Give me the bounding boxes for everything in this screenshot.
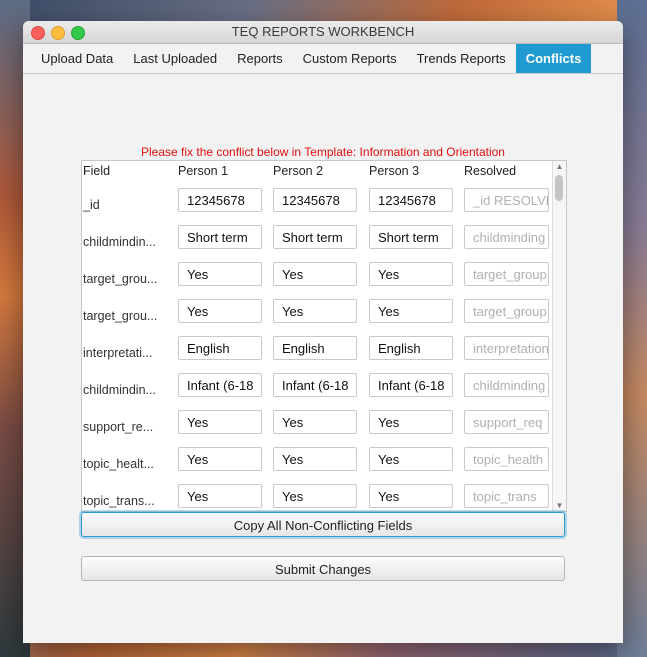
vertical-scrollbar[interactable]: ▲ ▼	[552, 161, 566, 511]
person-2-value[interactable]: Short term	[273, 225, 357, 249]
person-3-value[interactable]: Yes	[369, 447, 453, 471]
field-name: _id	[83, 198, 100, 212]
resolved-field[interactable]: childminding	[464, 373, 549, 397]
tab-bar: Upload Data Last Uploaded Reports Custom…	[23, 44, 623, 74]
person-3-value[interactable]: Yes	[369, 262, 453, 286]
resolved-field[interactable]: support_req	[464, 410, 549, 434]
resolved-field[interactable]: childminding	[464, 225, 549, 249]
resolved-field[interactable]: _id RESOLVED	[464, 188, 549, 212]
person-3-value[interactable]: Yes	[369, 484, 453, 508]
submit-changes-button[interactable]: Submit Changes	[81, 556, 565, 581]
table-row: interpretati... English English English …	[82, 336, 552, 373]
table-row: topic_trans... Yes Yes Yes topic_trans	[82, 484, 552, 511]
tab-upload-data[interactable]: Upload Data	[31, 44, 123, 73]
header-person-1: Person 1	[178, 164, 229, 178]
header-resolved: Resolved	[464, 164, 517, 178]
person-3-value[interactable]: 12345678	[369, 188, 453, 212]
copy-non-conflicting-button[interactable]: Copy All Non-Conflicting Fields	[81, 512, 565, 537]
field-name: childmindin...	[83, 235, 156, 249]
person-3-value[interactable]: Short term	[369, 225, 453, 249]
field-name: interpretati...	[83, 346, 153, 360]
window-title: TEQ REPORTS WORKBENCH	[231, 24, 415, 39]
person-1-value[interactable]: Yes	[178, 299, 262, 323]
person-2-value[interactable]: 12345678	[273, 188, 357, 212]
person-3-value[interactable]: Yes	[369, 299, 453, 323]
person-1-value[interactable]: Yes	[178, 484, 262, 508]
minimize-window-button[interactable]	[51, 26, 65, 40]
title-bar: TEQ REPORTS WORKBENCH	[23, 21, 623, 44]
table-row: childmindin... Short term Short term Sho…	[82, 225, 552, 262]
tab-custom-reports[interactable]: Custom Reports	[293, 44, 407, 73]
person-2-value[interactable]: English	[273, 336, 357, 360]
person-2-value[interactable]: Infant (6-18	[273, 373, 357, 397]
person-1-value[interactable]: Yes	[178, 447, 262, 471]
person-2-value[interactable]: Yes	[273, 410, 357, 434]
table-row: target_grou... Yes Yes Yes target_group	[82, 299, 552, 336]
person-2-value[interactable]: Yes	[273, 262, 357, 286]
field-name: childmindin...	[83, 383, 156, 397]
person-2-value[interactable]: Yes	[273, 299, 357, 323]
scroll-down-icon[interactable]: ▼	[554, 501, 565, 510]
table-row: support_re... Yes Yes Yes support_req	[82, 410, 552, 447]
person-2-value[interactable]: Yes	[273, 484, 357, 508]
person-3-value[interactable]: English	[369, 336, 453, 360]
maximize-window-button[interactable]	[71, 26, 85, 40]
resolved-field[interactable]: target_group	[464, 262, 549, 286]
table-row: childmindin... Infant (6-18 Infant (6-18…	[82, 373, 552, 410]
field-name: topic_healt...	[83, 457, 154, 471]
person-1-value[interactable]: English	[178, 336, 262, 360]
tab-reports[interactable]: Reports	[227, 44, 293, 73]
person-1-value[interactable]: 12345678	[178, 188, 262, 212]
field-name: support_re...	[83, 420, 154, 434]
person-1-value[interactable]: Yes	[178, 262, 262, 286]
conflict-grid: Field Person 1 Person 2 Person 3 Resolve…	[81, 160, 567, 512]
field-name: target_grou...	[83, 309, 158, 323]
person-3-value[interactable]: Infant (6-18	[369, 373, 453, 397]
person-1-value[interactable]: Infant (6-18	[178, 373, 262, 397]
resolved-field[interactable]: interpretation	[464, 336, 549, 360]
app-window: TEQ REPORTS WORKBENCH Upload Data Last U…	[23, 21, 623, 643]
field-name: topic_trans...	[83, 494, 155, 508]
person-2-value[interactable]: Yes	[273, 447, 357, 471]
table-row: _id 12345678 12345678 12345678 _id RESOL…	[82, 188, 552, 225]
table-row: topic_healt... Yes Yes Yes topic_health	[82, 447, 552, 484]
conflict-message: Please fix the conflict below in Templat…	[141, 145, 505, 159]
tab-trends-reports[interactable]: Trends Reports	[407, 44, 516, 73]
person-1-value[interactable]: Yes	[178, 410, 262, 434]
resolved-field[interactable]: target_group	[464, 299, 549, 323]
resolved-field[interactable]: topic_health	[464, 447, 549, 471]
resolved-field[interactable]: topic_trans	[464, 484, 549, 508]
field-name: target_grou...	[83, 272, 158, 286]
header-person-2: Person 2	[273, 164, 324, 178]
table-row: target_grou... Yes Yes Yes target_group	[82, 262, 552, 299]
scroll-up-icon[interactable]: ▲	[554, 162, 565, 171]
person-3-value[interactable]: Yes	[369, 410, 453, 434]
header-person-3: Person 3	[369, 164, 420, 178]
person-1-value[interactable]: Short term	[178, 225, 262, 249]
tab-conflicts[interactable]: Conflicts	[515, 44, 592, 73]
header-field: Field	[83, 164, 111, 178]
close-window-button[interactable]	[31, 26, 45, 40]
tab-last-uploaded[interactable]: Last Uploaded	[123, 44, 227, 73]
scrollbar-thumb[interactable]	[555, 175, 563, 201]
